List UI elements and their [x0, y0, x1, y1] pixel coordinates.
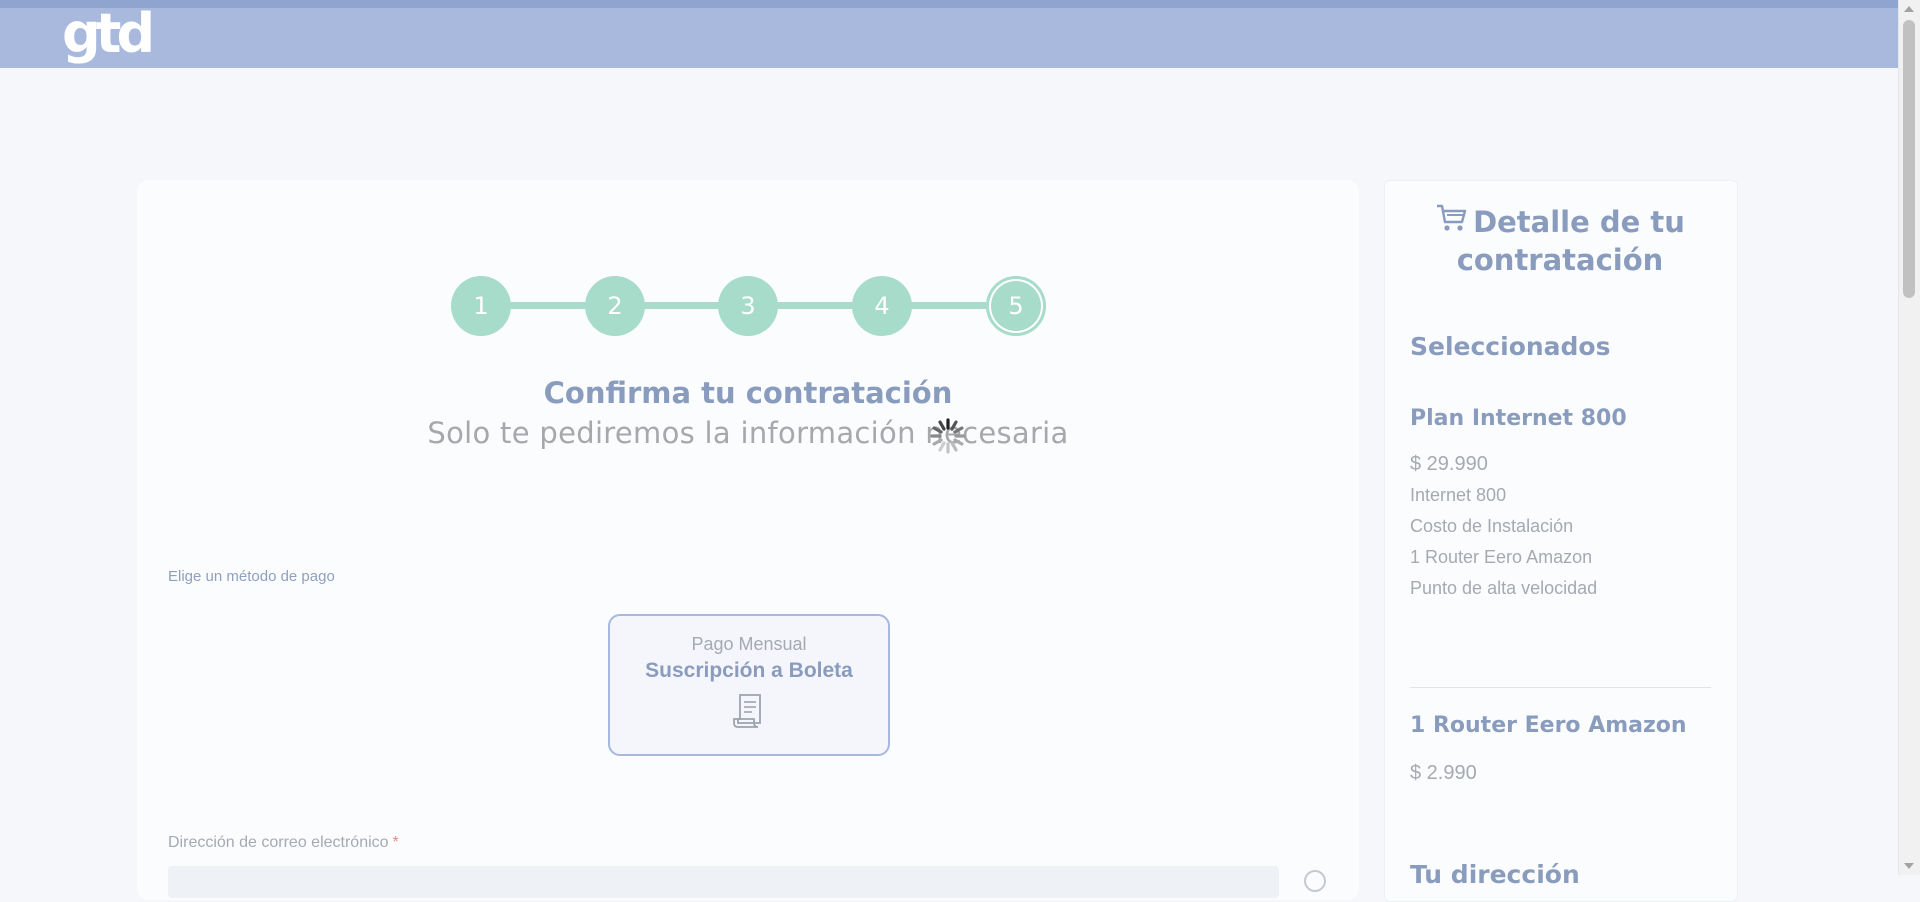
scrollbar-thumb[interactable] [1903, 20, 1915, 298]
step-3[interactable]: 3 [718, 276, 778, 336]
plan-price: $ 29.990 [1410, 453, 1488, 475]
page-title: Confirma tu contratación [543, 376, 953, 410]
receipt-icon [733, 694, 761, 728]
page-scrollbar[interactable] [1898, 0, 1920, 875]
payment-option-main-label: Suscripción a Boleta [645, 659, 853, 682]
scroll-up-arrow-icon[interactable] [1904, 6, 1914, 12]
plan-item: Costo de Instalación [1410, 516, 1574, 536]
step-4[interactable]: 4 [852, 276, 912, 336]
email-field-label: Dirección de correo electrónico * [168, 834, 399, 852]
addon-name: 1 Router Eero Amazon [1410, 713, 1687, 738]
email-label-text: Dirección de correo electrónico [168, 834, 389, 851]
plan-item: Punto de alta velocidad [1410, 578, 1598, 598]
plan-item: Internet 800 [1410, 485, 1507, 505]
selected-heading: Seleccionados [1410, 332, 1611, 361]
site-header: gtd [0, 4, 1899, 68]
order-summary-title-text: Detalle de tu contratación [1456, 205, 1685, 277]
order-summary-card [1384, 180, 1738, 902]
step-1[interactable]: 1 [451, 276, 511, 336]
progress-stepper: 1 2 3 4 5 [451, 275, 1046, 337]
divider [1410, 687, 1711, 688]
payment-method-label: Elige un método de pago [168, 568, 335, 585]
payment-option-top-label: Pago Mensual [691, 634, 807, 654]
addon-price: $ 2.990 [1410, 762, 1477, 784]
loading-spinner-icon [930, 418, 966, 454]
gtd-logo[interactable]: gtd [62, 4, 155, 64]
scroll-down-arrow-icon[interactable] [1904, 863, 1914, 869]
step-2[interactable]: 2 [585, 276, 645, 336]
payment-option-boleta[interactable]: Pago Mensual Suscripción a Boleta [608, 614, 890, 756]
help-icon[interactable] [1304, 870, 1326, 892]
email-field[interactable] [168, 866, 1279, 898]
step-5[interactable]: 5 [986, 276, 1046, 336]
top-strip [0, 0, 1899, 8]
cart-icon [1437, 204, 1467, 231]
order-summary-title: Detalle de tu contratación [1384, 202, 1736, 279]
page-subtitle: Solo te pediremos la información necesar… [427, 416, 1069, 450]
plan-item: 1 Router Eero Amazon [1410, 547, 1593, 567]
plan-name: Plan Internet 800 [1410, 406, 1627, 431]
required-mark: * [392, 834, 399, 851]
